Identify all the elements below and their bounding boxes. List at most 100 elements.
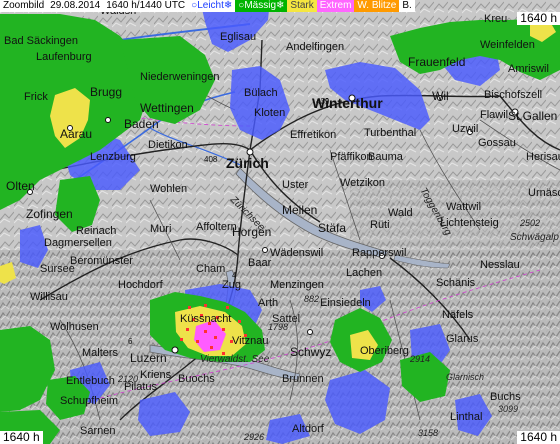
label-urnasch: Urnäsch — [528, 187, 560, 199]
label-linthal: Linthal — [450, 411, 482, 423]
label-nafels: Näfels — [442, 309, 474, 321]
label-luzern: Luzern — [130, 351, 167, 365]
label-altdorf: Altdorf — [292, 423, 325, 435]
label-brunnen: Brunnen — [282, 373, 324, 385]
label-bischofszell: Bischofszell — [484, 89, 542, 101]
legend-blitze: W. Blitze — [354, 0, 400, 12]
label-wattwil: Wattwil — [446, 201, 481, 213]
label-vierwaldstattersee: Vierwaldst. See — [200, 354, 270, 365]
label-wadenswil: Wädenswil — [270, 247, 323, 259]
label-cham: Cham — [196, 263, 225, 275]
label-sarnen: Sarnen — [80, 425, 115, 437]
label-lachen: Lachen — [346, 267, 382, 279]
label-aarau: Aarau — [60, 127, 92, 141]
label-horgen: Horgen — [232, 225, 271, 239]
label-ruti: Rüti — [370, 219, 390, 231]
legend-blitze-b: B. — [399, 0, 415, 12]
peak-etzel: 882 — [304, 294, 319, 304]
label-andelfingen: Andelfingen — [286, 41, 344, 53]
peak-3158: 3158 — [418, 428, 438, 438]
label-wohlen: Wohlen — [150, 183, 187, 195]
label-eglisau: Eglisau — [220, 31, 256, 43]
peak-2926: 2926 — [243, 432, 264, 442]
radar-map: Zürich Winterthur St.Gallen Luzern Baden… — [0, 0, 560, 444]
label-buchs: Buchs — [490, 391, 521, 403]
label-uzwil: Uzwil — [452, 123, 478, 135]
label-baar: Baar — [248, 257, 272, 269]
peak-glarnisch: 2914 — [409, 354, 430, 364]
peak-rigi: 1798 — [268, 322, 288, 332]
label-pfaffikon: Pfäffikon — [330, 151, 373, 163]
label-oberiberg: Oberiberg — [360, 345, 409, 357]
label-turbenthal: Turbenthal — [364, 127, 416, 139]
label-stgallen: St.Gallen — [508, 109, 557, 123]
height-label-bottom-left: 1640 h — [0, 431, 43, 444]
map-time: 1640 h/1440 UTC — [103, 0, 189, 12]
label-malters: Malters — [82, 347, 119, 359]
label-wettingen: Wettingen — [140, 101, 194, 115]
map-date: 29.08.2014 — [47, 0, 104, 12]
label-affoltern: Affoltern — [196, 221, 237, 233]
label-dietikon: Dietikon — [148, 139, 188, 151]
label-laufenburg: Laufenburg — [36, 51, 92, 63]
legend-massig: ○Mässig❄ — [235, 0, 288, 12]
label-wetzikon: Wetzikon — [340, 177, 385, 189]
label-herisau: Herisau — [526, 151, 560, 163]
label-frauenfeld: Frauenfeld — [408, 55, 465, 69]
label-lenzburg: Lenzburg — [90, 151, 136, 163]
road-number-4: 4 — [232, 271, 237, 280]
snowflake-icon: ❄ — [276, 0, 285, 11]
legend-extrem: Extrem — [316, 0, 355, 12]
legend-leicht: ○Leicht❄ — [188, 0, 236, 12]
label-olten: Olten — [6, 179, 35, 193]
label-menzingen: Menzingen — [270, 279, 324, 291]
peak-pilatus: 2120 — [117, 374, 138, 384]
label-kloten: Kloten — [254, 107, 285, 119]
snowflake-icon: ❄ — [223, 0, 233, 11]
label-gossau: Gossau — [478, 137, 516, 149]
label-bauma: Bauma — [368, 151, 404, 163]
label-glarus: Glarus — [446, 333, 479, 345]
label-schwagalp: Schwägalp — [510, 232, 559, 243]
label-muri: Muri — [150, 223, 171, 235]
height-label-bottom-right: 1640 h — [517, 431, 560, 444]
label-glarnisch: Glarnisch — [446, 372, 484, 382]
label-zug: Zug — [222, 279, 241, 291]
label-bad-sackingen: Bad Säckingen — [4, 35, 78, 47]
label-schupfheim: Schupfheim — [60, 395, 118, 407]
road-number-6: 6 — [128, 337, 133, 346]
height-label-top-right: 1640 h — [517, 12, 560, 25]
label-vitznau: Vitznau — [232, 335, 269, 347]
label-nesslau: Nesslau — [480, 259, 520, 271]
label-stafa: Stäfa — [318, 221, 346, 235]
label-effretikon: Effretikon — [290, 129, 336, 141]
label-willisau: Willisau — [30, 291, 68, 303]
label-dagmersellen: Dagmersellen — [44, 237, 112, 249]
label-arth: Arth — [258, 297, 278, 309]
label-einsiedeln: Einsiedeln — [320, 297, 371, 309]
label-meilen: Meilen — [282, 203, 317, 217]
label-weinfelden: Weinfelden — [480, 39, 535, 51]
label-buochs: Buochs — [178, 373, 215, 385]
label-kriens: Kriens — [140, 369, 172, 381]
label-kreuzlingen: Kreu — [484, 13, 507, 25]
label-amriswil: Amriswil — [508, 63, 549, 75]
label-schwyz: Schwyz — [290, 345, 331, 359]
label-rapperswil: Rapperswil — [352, 247, 406, 259]
label-wald: Wald — [388, 207, 413, 219]
peak-saentis: 2502 — [519, 218, 540, 228]
map-viewer: Zürich Winterthur St.Gallen Luzern Baden… — [0, 0, 560, 444]
label-wolhusen: Wolhusen — [50, 321, 99, 333]
label-beromunster: Beromünster — [70, 255, 133, 267]
label-frick: Frick — [24, 91, 48, 103]
label-zurich: Zürich — [226, 155, 269, 171]
label-uster: Uster — [282, 179, 309, 191]
label-zofingen: Zofingen — [26, 207, 73, 221]
legend-stark: Stark — [287, 0, 317, 12]
map-title: Zoombild — [0, 0, 48, 12]
label-bulach: Bülach — [244, 87, 278, 99]
label-flawil: Flawil — [480, 109, 508, 121]
label-schanis: Schänis — [436, 277, 476, 289]
road-number-408: 408 — [204, 155, 218, 164]
label-niederweningen: Niederweningen — [140, 71, 220, 83]
